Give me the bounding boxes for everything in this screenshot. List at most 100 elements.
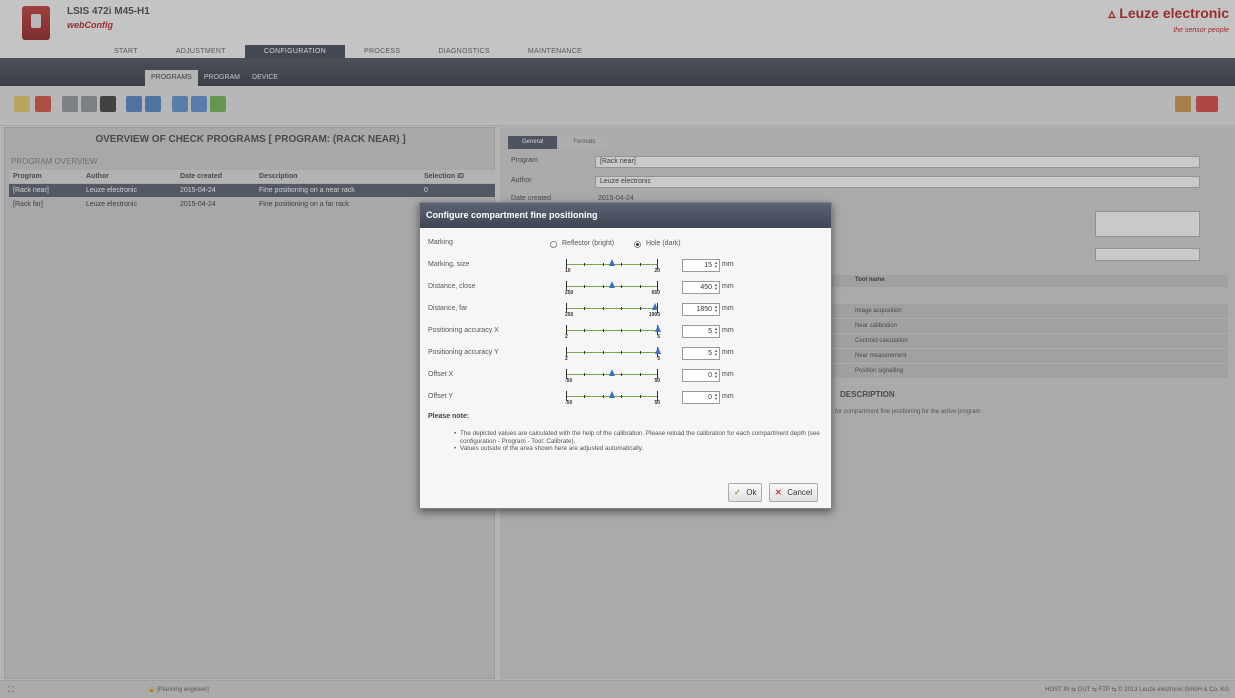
slider-tick xyxy=(584,307,586,310)
slider-max-label: 5 xyxy=(657,356,660,362)
parameter-row: Marking, size 10 20 15 ▲ ▼ mm xyxy=(420,256,833,278)
slider-min-label: 250 xyxy=(565,312,574,318)
marking-label: Marking xyxy=(428,239,453,246)
reflector-option-label: Reflector (bright) xyxy=(562,240,615,247)
parameter-slider[interactable]: -50 50 xyxy=(565,368,660,386)
slider-max-label: 650 xyxy=(651,290,660,296)
marking-row: Marking Reflector (bright) Hole (dark) xyxy=(420,234,833,256)
parameter-input[interactable]: 0 ▲ ▼ xyxy=(682,369,720,382)
unit-label: mm xyxy=(722,393,734,400)
slider-min-label: 2 xyxy=(565,356,568,362)
parameter-slider[interactable]: 250 1900 xyxy=(565,302,660,320)
note-item: Values outside of the area shown here ar… xyxy=(454,445,824,453)
slider-thumb[interactable] xyxy=(655,347,661,354)
unit-label: mm xyxy=(722,371,734,378)
parameter-label: Positioning accuracy Y xyxy=(428,349,499,356)
slider-tick xyxy=(621,329,623,332)
parameter-row: Distance, far 250 1900 1850 ▲ ▼ mm xyxy=(420,300,833,322)
slider-tick xyxy=(621,351,623,354)
hole-radio[interactable] xyxy=(634,241,641,248)
slider-tick xyxy=(621,263,623,266)
parameter-label: Positioning accuracy X xyxy=(428,327,499,334)
slider-max-label: 50 xyxy=(654,378,660,384)
spinner-icon[interactable]: ▲ ▼ xyxy=(713,261,718,270)
parameter-input[interactable]: 0 ▲ ▼ xyxy=(682,391,720,404)
spinner-icon[interactable]: ▲ ▼ xyxy=(713,349,718,358)
notes-list: The depicted values are calculated with … xyxy=(454,430,824,453)
slider-min-label: 250 xyxy=(565,290,574,296)
slider-tick xyxy=(639,373,641,376)
parameter-slider[interactable]: 250 650 xyxy=(565,280,660,298)
parameter-input[interactable]: 15 ▲ ▼ xyxy=(682,259,720,272)
slider-tick xyxy=(602,307,604,310)
parameter-slider[interactable]: 25 xyxy=(565,346,661,364)
slider-thumb[interactable] xyxy=(652,303,659,310)
note-item: The depicted values are calculated with … xyxy=(454,430,824,445)
parameter-input[interactable]: 5 ▲ ▼ xyxy=(682,325,720,338)
parameter-value: 0 xyxy=(708,394,712,401)
slider-thumb[interactable] xyxy=(609,391,615,398)
parameter-label: Distance, far xyxy=(428,305,468,312)
close-icon: ✕ xyxy=(775,488,782,497)
slider-tick xyxy=(584,351,586,354)
slider-track xyxy=(566,352,658,353)
parameter-slider[interactable]: 10 20 xyxy=(565,258,660,276)
slider-tick xyxy=(584,263,586,266)
slider-track xyxy=(566,330,658,331)
slider-tick xyxy=(602,285,604,288)
unit-label: mm xyxy=(722,283,734,290)
reflector-radio[interactable] xyxy=(550,241,557,248)
parameter-value: 450 xyxy=(700,284,712,291)
slider-tick xyxy=(621,285,623,288)
slider-tick xyxy=(621,373,623,376)
slider-tick xyxy=(584,285,586,288)
slider-track xyxy=(566,308,658,309)
check-icon: ✓ xyxy=(734,488,741,497)
slider-tick xyxy=(639,351,641,354)
parameter-label: Offset Y xyxy=(428,393,454,400)
spinner-icon[interactable]: ▲ ▼ xyxy=(713,371,718,380)
slider-tick xyxy=(602,263,604,266)
parameter-slider[interactable]: 25 xyxy=(565,324,661,342)
parameter-input[interactable]: 450 ▲ ▼ xyxy=(682,281,720,294)
slider-max-label: 5 xyxy=(657,334,660,340)
slider-tick xyxy=(639,285,641,288)
parameter-row: Positioning accuracy X 2 5 5 ▲ ▼ mm xyxy=(420,322,833,344)
parameter-label: Marking, size xyxy=(428,261,470,268)
parameter-input[interactable]: 5 ▲ ▼ xyxy=(682,347,720,360)
parameter-input[interactable]: 1850 ▲ ▼ xyxy=(682,303,720,316)
unit-label: mm xyxy=(722,305,734,312)
slider-tick xyxy=(621,395,623,398)
dialog-title: Configure compartment fine positioning xyxy=(420,203,831,228)
slider-max-label: 20 xyxy=(654,268,660,274)
slider-tick xyxy=(584,395,586,398)
slider-tick xyxy=(639,263,641,266)
slider-thumb[interactable] xyxy=(655,325,661,332)
unit-label: mm xyxy=(722,261,734,268)
spinner-icon[interactable]: ▲ ▼ xyxy=(713,283,718,292)
parameter-value: 5 xyxy=(708,328,712,335)
parameter-row: Offset Y -50 50 0 ▲ ▼ mm xyxy=(420,388,833,410)
slider-tick xyxy=(602,395,604,398)
parameter-value: 0 xyxy=(708,372,712,379)
parameter-value: 5 xyxy=(708,350,712,357)
ok-button[interactable]: ✓ Ok xyxy=(728,483,763,502)
slider-tick xyxy=(639,329,641,332)
slider-tick xyxy=(602,329,604,332)
spinner-icon[interactable]: ▲ ▼ xyxy=(713,327,718,336)
slider-tick xyxy=(602,351,604,354)
slider-max-label: 50 xyxy=(654,400,660,406)
parameter-row: Offset X -50 50 0 ▲ ▼ mm xyxy=(420,366,833,388)
slider-thumb[interactable] xyxy=(609,369,615,376)
parameter-label: Offset X xyxy=(428,371,454,378)
hole-option-label: Hole (dark) xyxy=(646,240,681,247)
spinner-icon[interactable]: ▲ ▼ xyxy=(713,393,718,402)
parameter-slider[interactable]: -50 50 xyxy=(565,390,660,408)
spinner-icon[interactable]: ▲ ▼ xyxy=(713,305,718,314)
parameter-value: 1850 xyxy=(696,306,712,313)
slider-thumb[interactable] xyxy=(609,281,615,288)
slider-min-label: -50 xyxy=(565,378,573,384)
slider-tick xyxy=(639,307,641,310)
cancel-button[interactable]: ✕ Cancel xyxy=(769,483,819,502)
slider-thumb[interactable] xyxy=(609,259,615,266)
